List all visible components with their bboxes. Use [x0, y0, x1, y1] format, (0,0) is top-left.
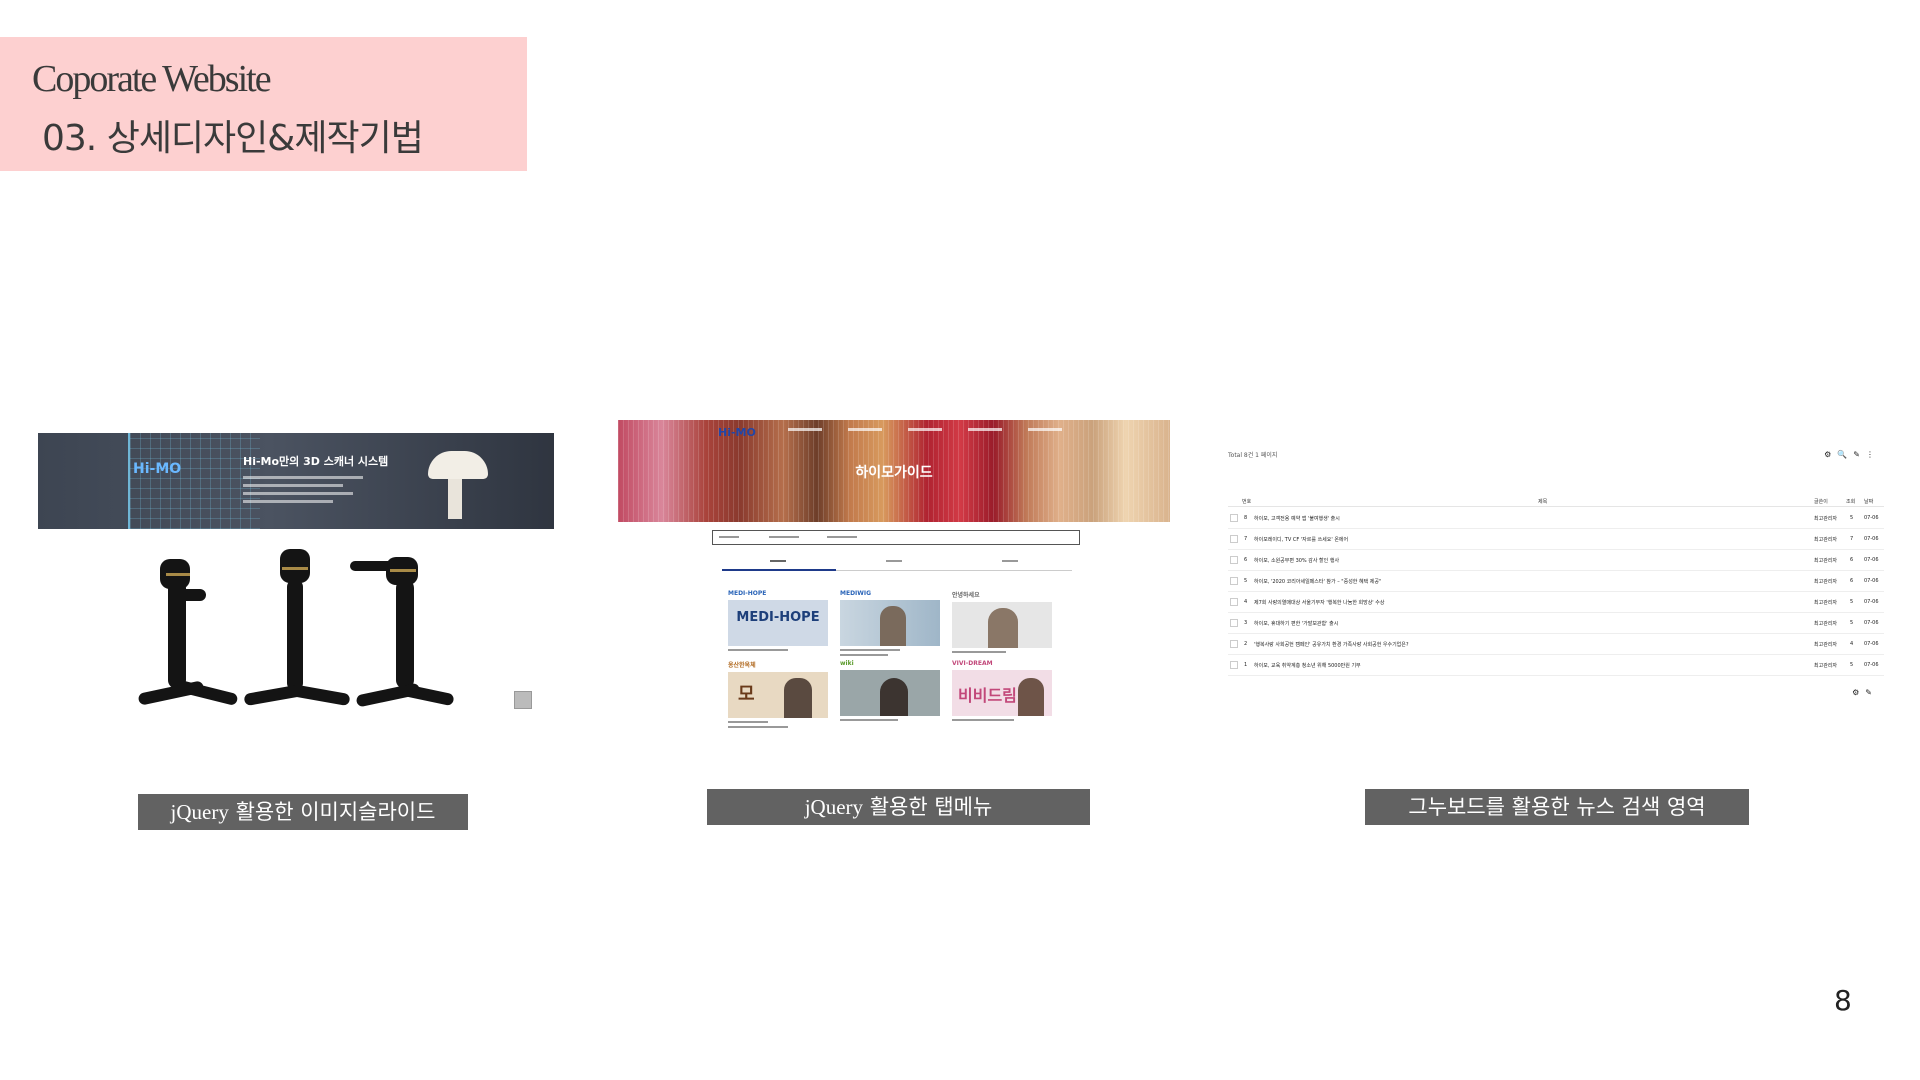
scanner-device-image [418, 451, 488, 525]
sub-nav-bar[interactable] [712, 530, 1080, 545]
scanner-device-left [137, 549, 248, 719]
board-row[interactable]: 6 하이모, 소원공부편 30% 감사 할인 행사 최고관리자 6 07-06 [1228, 550, 1884, 571]
board-total: Total 8건 1 페이지 [1228, 452, 1278, 459]
board-toolbar[interactable]: ⚙🔍✎⋮ [1824, 450, 1880, 459]
card-intro[interactable]: 안녕하세요 [952, 590, 1052, 656]
board-row[interactable]: 1 하이모, 교육 취약계층 청소년 위해 5000만원 기부 최고관리자 5 07-0… [1228, 655, 1884, 676]
card-wiki[interactable]: wiki [840, 660, 940, 724]
board-row[interactable]: 5 하이모, '2020 코리아세일페스타' 참가 – "중성한 혜택 제공" 최고… [1228, 571, 1884, 592]
card-mediwig[interactable]: MEDIWIG [840, 590, 940, 659]
tab-3[interactable] [1002, 560, 1018, 562]
tab-list[interactable] [722, 556, 1072, 571]
board-row[interactable]: 7 하이모레이디, TV CF '자르를 쓰세요' 온에어 최고관리자 7 07-06 [1228, 529, 1884, 550]
board-footer-tools[interactable]: ⚙✎ [1852, 688, 1878, 697]
scan-grid-graphic [128, 433, 260, 529]
board-header: 번호 제목 글쓴이 조회 날짜 [1228, 496, 1884, 507]
card-hanok[interactable]: 옹산한옥체 모 [728, 660, 828, 731]
hero-title: 하이모가이드 [855, 465, 933, 481]
board-row[interactable]: 2 '행복사랑 사회공헌 캠페인' 공유가치 환경 가족사랑 사회공헌 우수기업은… [1228, 634, 1884, 655]
top-nav[interactable] [788, 428, 1062, 431]
board-row[interactable]: 4 제7회 사랑의열매대상 서울기부자 '행복한 나눔한 희망상' 수상 최고관리자… [1228, 592, 1884, 613]
hero-banner: Hi-MO 하이모가이드 [618, 420, 1170, 522]
board-row[interactable]: 8 하이모, 고객전용 예약 앱 '불여행생' 출시 최고관리자 5 07-06 [1228, 508, 1884, 529]
caption-tab-menu: jQuery 활용한 탭메뉴 [707, 789, 1090, 825]
card-medi-hope[interactable]: MEDI-HOPE MEDI-HOPE [728, 590, 828, 654]
page-number: 8 [1834, 984, 1852, 1017]
tab-menu-screenshot: Hi-MO 하이모가이드 MEDI-HOPE MEDI-HOPE MEDIWIG… [618, 420, 1170, 740]
image-slide-screenshot: Hi-MO Hi-Mo만의 3D 스캐너 시스템 [38, 433, 554, 723]
tab-2[interactable] [886, 560, 902, 562]
caption-image-slide: jQuery 활용한 이미지슬라이드 [138, 794, 468, 830]
header-title: Coporate Website [32, 58, 272, 100]
scanner-device-right [346, 549, 456, 719]
active-tab-indicator [722, 569, 836, 571]
brand-logo: Hi-MO [133, 461, 182, 477]
slide-banner: Hi-MO Hi-Mo만의 3D 스캐너 시스템 [38, 433, 554, 529]
news-board-screenshot: Total 8건 1 페이지 ⚙🔍✎⋮ 번호 제목 글쓴이 조회 날짜 8 하이모… [1228, 440, 1892, 710]
banner-title: Hi-Mo만의 3D 스캐너 시스템 [243, 455, 389, 468]
section-header: Coporate Website 03. 상세디자인&제작기법 [0, 37, 527, 171]
tab-1[interactable] [770, 560, 786, 562]
card-vivi-dream[interactable]: VIVI-DREAM 비비드림 [952, 660, 1052, 724]
brand-logo: Hi-MO [718, 426, 756, 439]
board-row[interactable]: 3 하이모, 휴대하기 편한 '가발보관함' 출시 최고관리자 5 07-06 [1228, 613, 1884, 634]
banner-text-lines [243, 471, 363, 508]
scanner-device-center [242, 549, 352, 719]
caption-news-board: 그누보드를 활용한 뉴스 검색 영역 [1365, 789, 1749, 825]
header-subtitle: 03. 상세디자인&제작기법 [42, 118, 424, 159]
slide-next-button[interactable] [514, 691, 532, 709]
